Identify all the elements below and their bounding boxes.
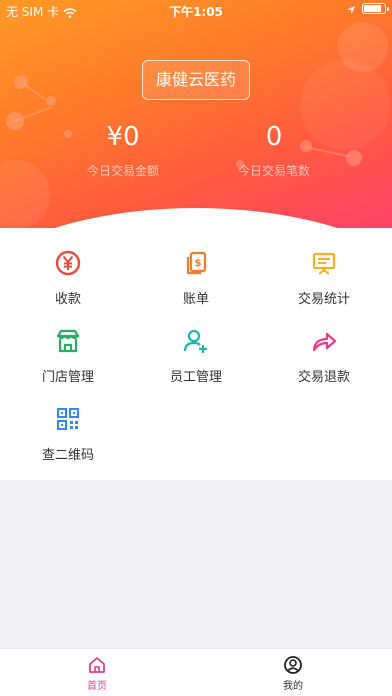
add-user-icon bbox=[181, 326, 211, 356]
tab-home-label: 首页 bbox=[87, 681, 107, 692]
location-arrow-icon bbox=[346, 4, 356, 14]
menu-item-qr-code[interactable]: 查二维码 bbox=[3, 404, 133, 463]
app-screen: 无 SIM 卡 下午1:05 康健云医药 ¥0 今日交易金额 0 今日交易笔数 … bbox=[0, 0, 392, 696]
today-count-stat: 0 今日交易笔数 bbox=[204, 118, 344, 179]
svg-text:$: $ bbox=[195, 258, 202, 269]
menu-item-label: 账单 bbox=[182, 292, 209, 307]
store-icon bbox=[53, 326, 83, 356]
today-amount-label: 今日交易金额 bbox=[86, 164, 159, 178]
today-amount-value: ¥0 bbox=[106, 122, 140, 152]
refund-arrow-icon bbox=[309, 326, 339, 356]
menu-item-label: 门店管理 bbox=[41, 370, 94, 385]
bottom-tab-bar: 首页 我的 bbox=[0, 648, 392, 696]
menu-item-refund[interactable]: 交易退款 bbox=[259, 326, 389, 385]
today-count-label: 今日交易笔数 bbox=[237, 164, 310, 178]
today-amount-stat: ¥0 今日交易金额 bbox=[53, 118, 193, 179]
battery-icon bbox=[362, 3, 389, 14]
statistics-board-icon bbox=[309, 248, 339, 278]
menu-item-statistics[interactable]: 交易统计 bbox=[259, 248, 389, 307]
home-icon bbox=[87, 655, 107, 675]
status-bar: 无 SIM 卡 下午1:05 bbox=[0, 0, 392, 20]
tab-home[interactable]: 首页 bbox=[32, 655, 162, 692]
yen-circle-icon bbox=[53, 248, 83, 278]
profile-icon bbox=[283, 655, 303, 675]
menu-item-label: 交易统计 bbox=[297, 292, 350, 307]
today-count-value: 0 bbox=[265, 122, 283, 152]
qr-code-icon bbox=[53, 404, 83, 434]
menu-item-label: 员工管理 bbox=[169, 370, 222, 385]
menu-item-label: 查二维码 bbox=[41, 448, 94, 463]
menu-item-collect[interactable]: 收款 bbox=[3, 248, 133, 307]
status-time: 下午1:05 bbox=[169, 5, 223, 19]
menu-item-store-management[interactable]: 门店管理 bbox=[3, 326, 133, 385]
menu-item-staff-management[interactable]: 员工管理 bbox=[131, 326, 261, 385]
menu-item-bill[interactable]: $ 账单 bbox=[131, 248, 261, 307]
bill-icon: $ bbox=[181, 248, 211, 278]
feature-grid: 收款 $ 账单 交易统计 门店管理 员工管理 交易退款 查二维码 bbox=[0, 228, 392, 480]
tab-profile[interactable]: 我的 bbox=[228, 655, 358, 692]
menu-item-label: 交易退款 bbox=[297, 370, 350, 385]
tab-profile-label: 我的 bbox=[283, 681, 303, 692]
store-name-badge[interactable]: 康健云医药 bbox=[142, 60, 250, 100]
menu-item-label: 收款 bbox=[54, 292, 81, 307]
